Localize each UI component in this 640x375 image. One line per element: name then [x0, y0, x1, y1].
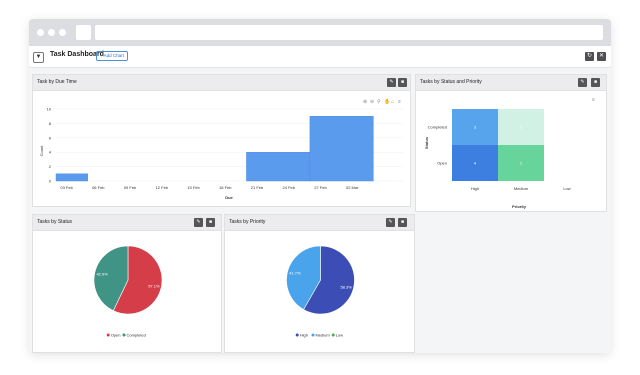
legend-marker — [122, 333, 126, 337]
menu-icon[interactable]: ≡ — [592, 97, 595, 103]
x-tick-label: 15 Feb — [187, 185, 200, 190]
panel-title: Task by Due Time — [37, 79, 77, 85]
x-tick-label: 12 Feb — [156, 185, 169, 190]
y-tick-label: 10 — [47, 107, 52, 112]
delete-icon[interactable]: ■ — [398, 218, 407, 227]
histogram-bar — [55, 173, 88, 182]
panel-header: Tasks by Status and Priority ✎ ■ — [416, 75, 606, 91]
y-tick-label: 8 — [49, 121, 52, 126]
x-tick-label: 06 Feb — [92, 185, 105, 190]
panel-header: Task by Due Time ✎ ■ — [33, 75, 410, 91]
slice-label: 41.7% — [289, 271, 301, 276]
x-tick-label: 03 Feb — [60, 185, 73, 190]
delete-icon[interactable]: ■ — [398, 78, 407, 87]
browser-chrome — [29, 19, 611, 46]
slice-label: 58.3% — [340, 284, 352, 289]
histogram-bar — [309, 116, 374, 182]
tab-button[interactable] — [76, 25, 91, 40]
slice-label: 57.1% — [148, 283, 160, 288]
legend-label: Low — [336, 333, 343, 338]
heatmap-chart: ≡ Status Priority 3 1Completed4 1OpenHigh M… — [424, 97, 595, 209]
chart-toolbar: ⊕ ⊖ ⚲ ✋ ⌂ ≡ — [363, 98, 401, 105]
x-tick-label: 24 Feb — [283, 185, 296, 190]
y-tick-label: 0 — [49, 179, 52, 184]
x-tick-label: Low — [563, 186, 570, 191]
window-dot[interactable] — [48, 29, 55, 36]
x-tick-label: 09 Feb — [124, 185, 137, 190]
funnel-icon[interactable]: ▼ — [33, 52, 44, 63]
panel-title: Tasks by Status — [37, 219, 73, 225]
delete-icon[interactable]: ■ — [206, 218, 215, 227]
add-chart-button[interactable]: + Add Chart — [96, 51, 128, 61]
browser-window: ▼ Task Dashboard + Add Chart ↻ ✕ Task by… — [29, 19, 611, 353]
panel-due-time: Task by Due Time ✎ ■ ⊕ ⊖ ⚲ ✋ ⌂ ≡ Count D… — [32, 74, 411, 207]
y-axis-label: Count — [39, 145, 44, 157]
magnify-icon[interactable]: ⚲ — [377, 99, 381, 105]
panel-title: Tasks by Priority — [229, 219, 266, 225]
y-axis-label: Status — [424, 136, 429, 149]
y-tick-label: 6 — [49, 135, 52, 140]
address-bar[interactable] — [95, 25, 603, 40]
x-tick-label: 02 Mar — [346, 185, 359, 190]
home-icon[interactable]: ⌂ — [391, 99, 394, 105]
zoom-out-icon[interactable]: ⊖ — [370, 99, 374, 105]
panel-priority: Tasks by Priority ✎ ■ 58.3% 41.7% High Medi… — [224, 214, 415, 353]
x-tick-label: 27 Feb — [314, 185, 327, 190]
zoom-in-icon[interactable]: ⊕ — [363, 99, 367, 105]
legend-marker — [295, 333, 299, 337]
panel-title: Tasks by Status and Priority — [420, 79, 482, 85]
panel-header: Tasks by Priority ✎ ■ — [225, 215, 414, 231]
priority-pie-chart: 58.3% 41.7% High Medium Low — [286, 245, 355, 338]
status-pie-chart: 57.1% 42.9% Open Completed — [93, 245, 163, 338]
panel-header: Tasks by Status ✎ ■ — [33, 215, 221, 231]
x-tick-label: 18 Feb — [219, 185, 232, 190]
edit-icon[interactable]: ✎ — [386, 218, 395, 227]
menu-icon[interactable]: ≡ — [398, 99, 401, 105]
dashboard-header: ▼ Task Dashboard + Add Chart ↻ ✕ — [29, 46, 611, 68]
y-tick-label: 2 — [49, 164, 52, 169]
panel-status: Tasks by Status ✎ ■ 57.1% 42.9% Open Comple… — [32, 214, 222, 353]
legend-marker — [106, 333, 110, 337]
heatmap-cell — [544, 109, 590, 145]
edit-icon[interactable]: ✎ — [387, 78, 396, 87]
x-axis-label: Due — [225, 195, 233, 200]
y-tick-label: 4 — [49, 150, 52, 155]
histogram-bar — [246, 152, 311, 182]
x-tick-label: High — [471, 186, 479, 191]
legend-marker — [311, 333, 315, 337]
close-icon[interactable]: ✕ — [597, 52, 606, 61]
x-tick-label: 21 Feb — [251, 185, 264, 190]
panel-status-priority: Tasks by Status and Priority ✎ ■ ≡ Statu… — [415, 74, 607, 212]
legend-label: Completed — [127, 333, 146, 338]
edit-icon[interactable]: ✎ — [194, 218, 203, 227]
histogram-chart: ⊕ ⊖ ⚲ ✋ ⌂ ≡ Count Due 0 2 4 6 8 10 03 Feb 06 Fe… — [39, 98, 403, 200]
delete-icon[interactable]: ■ — [591, 78, 600, 87]
y-tick-label: Open — [437, 161, 447, 166]
refresh-icon[interactable]: ↻ — [585, 52, 594, 61]
legend-marker — [331, 333, 335, 337]
heatmap-cell — [544, 145, 590, 181]
x-tick-label: Medium — [514, 186, 529, 191]
slice-label: 42.9% — [96, 272, 108, 277]
window-dot[interactable] — [37, 29, 44, 36]
legend-label: Medium — [316, 333, 331, 338]
x-axis-label: Priority — [512, 204, 527, 209]
edit-icon[interactable]: ✎ — [578, 78, 587, 87]
pan-icon[interactable]: ✋ — [384, 98, 390, 105]
legend-label: High — [300, 333, 308, 338]
window-dot[interactable] — [59, 29, 66, 36]
y-tick-label: Completed — [428, 125, 447, 130]
legend-label: Open — [111, 333, 121, 338]
